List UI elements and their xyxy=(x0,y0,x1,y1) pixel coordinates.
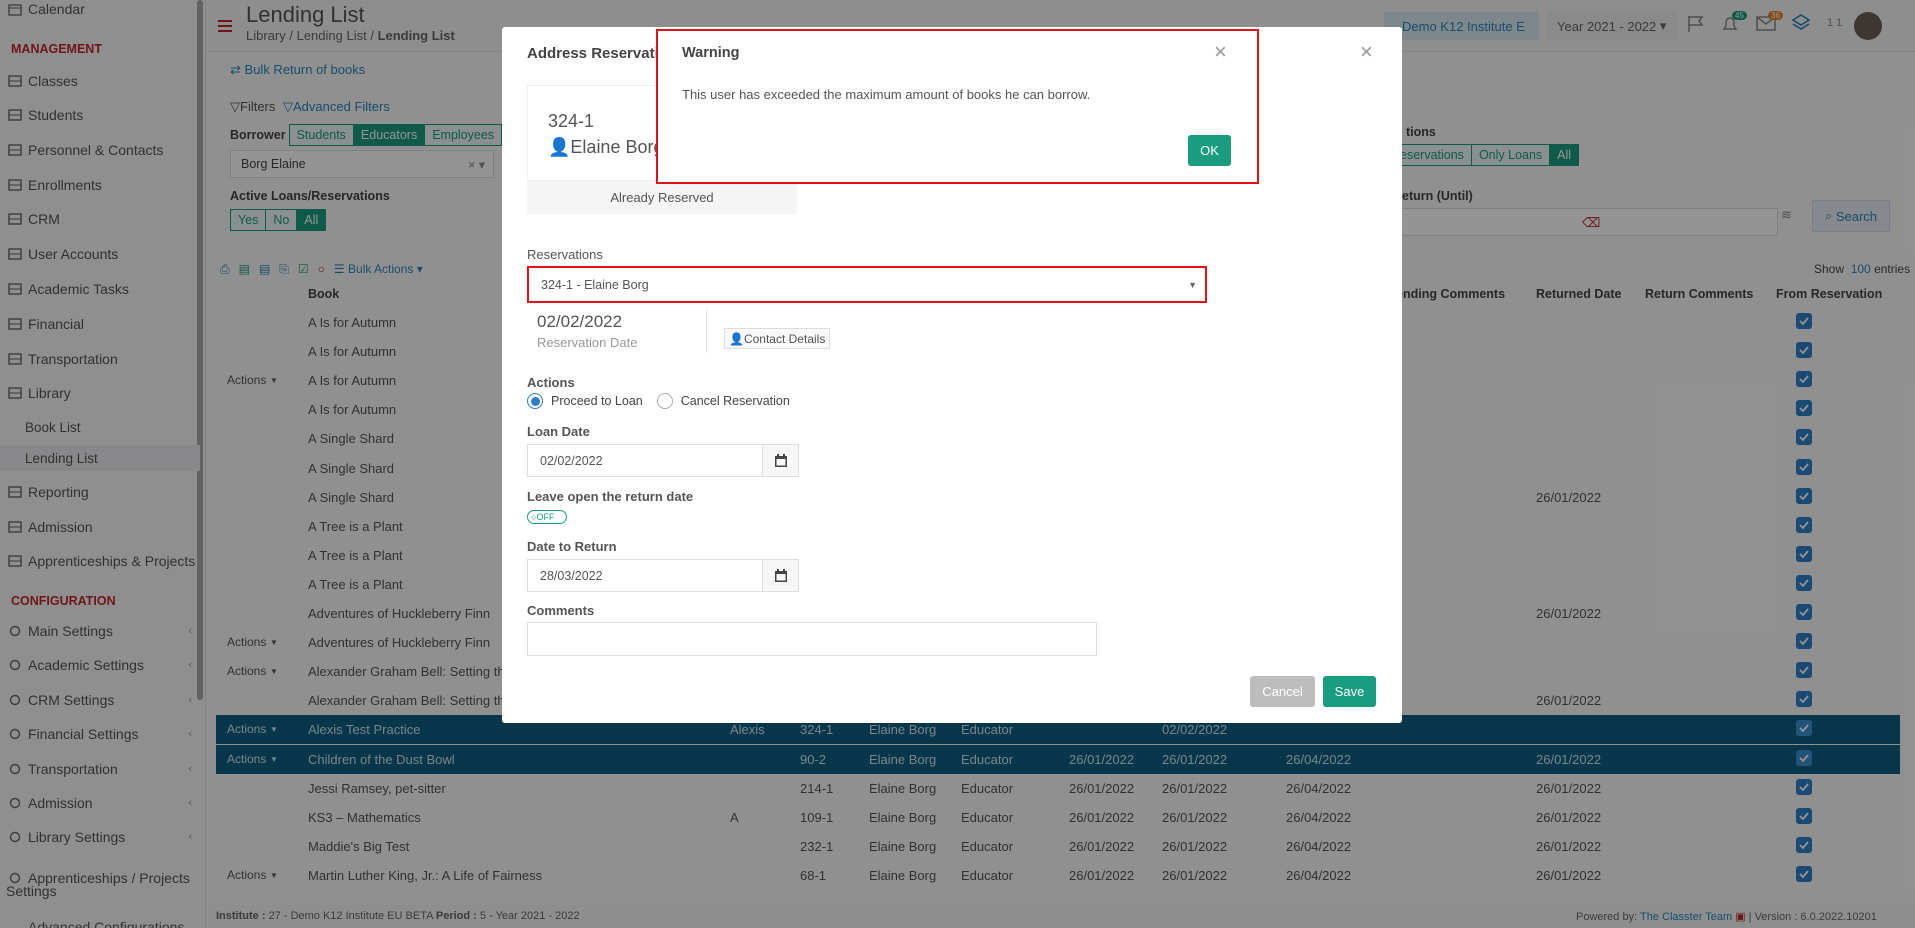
cancel-button[interactable]: Cancel xyxy=(1250,676,1315,707)
modal-title: Address Reservatio xyxy=(527,45,668,62)
action-radio-group: Proceed to Loan Cancel Reservation xyxy=(527,393,790,409)
loan-date-input[interactable]: 02/02/2022 xyxy=(527,444,763,477)
calendar-icon[interactable] xyxy=(762,559,799,592)
radio-proceed-to-loan[interactable] xyxy=(527,393,543,409)
reservation-date: 02/02/2022 xyxy=(537,312,623,331)
reservations-value: 324-1 - Elaine Borg xyxy=(541,277,649,292)
card-name: 👤Elaine Borg xyxy=(548,137,663,158)
save-button[interactable]: Save xyxy=(1323,676,1376,707)
date-to-return-label: Date to Return xyxy=(527,539,617,554)
reservations-label: Reservations xyxy=(527,247,603,262)
warning-title: Warning xyxy=(682,45,740,61)
ok-button[interactable]: OK xyxy=(1188,135,1231,166)
leave-open-toggle[interactable]: ○ OFF xyxy=(527,510,567,524)
contact-icon: 👤 xyxy=(729,331,744,346)
radio-proceed-label: Proceed to Loan xyxy=(551,394,643,408)
loan-date-label: Loan Date xyxy=(527,424,590,439)
card-name-label: Elaine Borg xyxy=(570,137,664,157)
card-status: Already Reserved xyxy=(527,181,797,214)
card-code: 324-1 xyxy=(548,111,595,131)
warning-close-icon[interactable]: × xyxy=(1214,41,1227,63)
calendar-icon[interactable] xyxy=(762,444,799,477)
modal-close-icon[interactable]: × xyxy=(1360,41,1373,63)
radio-cancel-reservation[interactable] xyxy=(656,393,673,409)
contact-details-label: Contact Details xyxy=(743,331,826,346)
radio-cancel-label: Cancel Reservation xyxy=(680,394,790,408)
user-icon: 👤 xyxy=(548,137,571,157)
comments-input[interactable] xyxy=(527,622,1097,656)
actions-label: Actions xyxy=(527,375,575,390)
date-to-return-input[interactable]: 28/03/2022 xyxy=(527,559,763,592)
warning-dialog: Warning × This user has exceeded the max… xyxy=(656,29,1259,184)
chevron-down-icon: ▼ xyxy=(1188,279,1197,290)
reservations-select[interactable]: 324-1 - Elaine Borg ▼ xyxy=(527,266,1207,303)
reservation-date-label: Reservation Date xyxy=(537,335,638,350)
divider xyxy=(706,309,707,353)
contact-details-button[interactable]: 👤 Contact Details xyxy=(724,328,831,349)
comments-label: Comments xyxy=(527,603,595,618)
leave-open-label: Leave open the return date xyxy=(527,489,694,504)
warning-message: This user has exceeded the maximum amoun… xyxy=(682,87,1091,102)
toggle-state: OFF xyxy=(536,512,555,522)
